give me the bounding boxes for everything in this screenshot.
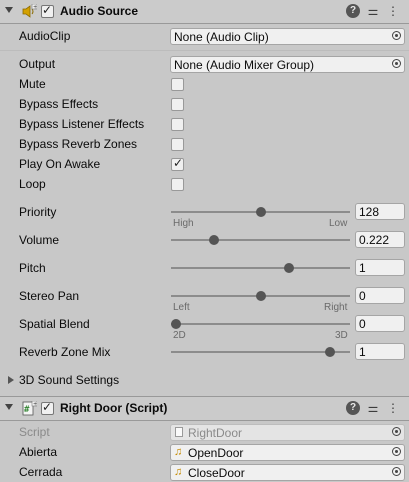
script-file-icon (175, 427, 183, 437)
3d-sound-settings-foldout-arrow-icon[interactable] (8, 376, 14, 384)
kebab-menu-icon[interactable]: ⋮ (386, 401, 400, 415)
priority-slider-thumb[interactable] (255, 207, 266, 217)
right-door-script-header[interactable]: # + Right Door (Script) ? ⚌ ⋮ (0, 396, 409, 421)
music-note-icon: ♫ (174, 466, 183, 478)
spatial-blend-input[interactable]: 0 (355, 315, 405, 332)
volume-slider-track[interactable] (171, 239, 350, 241)
kebab-menu-icon[interactable]: ⋮ (386, 4, 400, 18)
right-door-title: Right Door (Script) (60, 401, 168, 415)
presets-icon[interactable]: ⚌ (366, 401, 380, 415)
right-door-foldout-arrow-icon[interactable] (5, 404, 13, 410)
audio-clip-label: AudioClip (19, 29, 71, 43)
priority-min-label: High (173, 218, 194, 229)
reverb-zone-mix-value: 1 (359, 345, 366, 359)
priority-max-label: Low (329, 218, 348, 229)
stereo-pan-input[interactable]: 0 (355, 287, 405, 304)
script-value: RightDoor (188, 426, 243, 440)
audio-source-foldout-arrow-icon[interactable] (5, 7, 13, 13)
svg-text:#: # (24, 405, 30, 415)
volume-value: 0.222 (359, 233, 390, 247)
stereo-pan-slider-thumb[interactable] (255, 291, 266, 301)
cerrada-label: Cerrada (19, 465, 63, 479)
pitch-label: Pitch (19, 261, 46, 275)
spatial-blend-max-label: 3D (335, 330, 348, 341)
pitch-input[interactable]: 1 (355, 259, 405, 276)
stereo-pan-value: 0 (359, 289, 366, 303)
presets-icon[interactable]: ⚌ (366, 4, 380, 18)
svg-text:+: + (33, 4, 37, 10)
object-picker-icon[interactable] (392, 447, 401, 456)
bypass-effects-label: Bypass Effects (19, 97, 99, 111)
cerrada-field[interactable]: ♫ CloseDoor (170, 464, 405, 481)
audio-source-title: Audio Source (60, 4, 139, 18)
cerrada-value: CloseDoor (188, 466, 245, 480)
reverb-zone-mix-label: Reverb Zone Mix (19, 345, 111, 359)
abierta-field[interactable]: ♫ OpenDoor (170, 444, 405, 461)
priority-input[interactable]: 128 (355, 203, 405, 220)
object-picker-icon[interactable] (392, 467, 401, 476)
spatial-blend-slider-thumb[interactable] (171, 319, 181, 329)
bypass-effects-checkbox[interactable] (171, 98, 184, 111)
output-label: Output (19, 57, 56, 71)
pitch-value: 1 (359, 261, 366, 275)
play-on-awake-label: Play On Awake (19, 157, 101, 171)
audio-clip-field[interactable]: None (Audio Clip) (170, 28, 405, 45)
volume-input[interactable]: 0.222 (355, 231, 405, 248)
stereo-pan-min-label: Left (173, 302, 190, 313)
reverb-zone-mix-input[interactable]: 1 (355, 343, 405, 360)
svg-text:+: + (33, 401, 37, 407)
priority-value: 128 (359, 205, 380, 219)
mute-label: Mute (19, 77, 46, 91)
reverb-zone-mix-slider-track[interactable] (171, 351, 350, 353)
output-field[interactable]: None (Audio Mixer Group) (170, 56, 405, 73)
loop-checkbox[interactable] (171, 178, 184, 191)
volume-label: Volume (19, 233, 60, 247)
audio-source-header[interactable]: + Audio Source ? ⚌ ⋮ (0, 0, 409, 24)
music-note-icon: ♫ (174, 446, 183, 458)
right-door-enabled-checkbox[interactable] (41, 400, 54, 415)
speaker-icon: + (22, 4, 37, 18)
stereo-pan-max-label: Right (324, 302, 348, 313)
bypass-listener-effects-label: Bypass Listener Effects (19, 117, 145, 131)
output-value: None (Audio Mixer Group) (174, 58, 315, 72)
spatial-blend-slider-track[interactable] (171, 323, 350, 325)
bypass-reverb-zones-checkbox[interactable] (171, 138, 184, 151)
script-field: RightDoor (170, 424, 405, 441)
spatial-blend-value: 0 (359, 317, 366, 331)
play-on-awake-checkbox[interactable] (171, 156, 184, 171)
bypass-listener-effects-checkbox[interactable] (171, 118, 184, 131)
pitch-slider-thumb[interactable] (283, 263, 294, 273)
script-label: Script (19, 425, 50, 439)
audio-source-enabled-checkbox[interactable] (41, 3, 54, 18)
loop-label: Loop (19, 177, 46, 191)
object-picker-icon (392, 427, 401, 436)
volume-slider-thumb[interactable] (208, 235, 219, 245)
help-icon[interactable]: ? (346, 4, 360, 18)
bypass-reverb-zones-label: Bypass Reverb Zones (19, 137, 138, 151)
script-icon: # + (22, 401, 37, 416)
object-picker-icon[interactable] (392, 31, 401, 40)
pitch-slider-track[interactable] (171, 267, 350, 269)
stereo-pan-label: Stereo Pan (19, 289, 80, 303)
object-picker-icon[interactable] (392, 59, 401, 68)
abierta-label: Abierta (19, 445, 58, 459)
spatial-blend-min-label: 2D (173, 330, 186, 341)
priority-label: Priority (19, 205, 57, 219)
3d-sound-settings-foldout[interactable]: 3D Sound Settings (19, 373, 119, 387)
spatial-blend-label: Spatial Blend (19, 317, 90, 331)
audio-clip-value: None (Audio Clip) (174, 30, 269, 44)
reverb-zone-mix-slider-thumb[interactable] (324, 347, 335, 357)
mute-checkbox[interactable] (171, 78, 184, 91)
help-icon[interactable]: ? (346, 401, 360, 415)
abierta-value: OpenDoor (188, 446, 244, 460)
